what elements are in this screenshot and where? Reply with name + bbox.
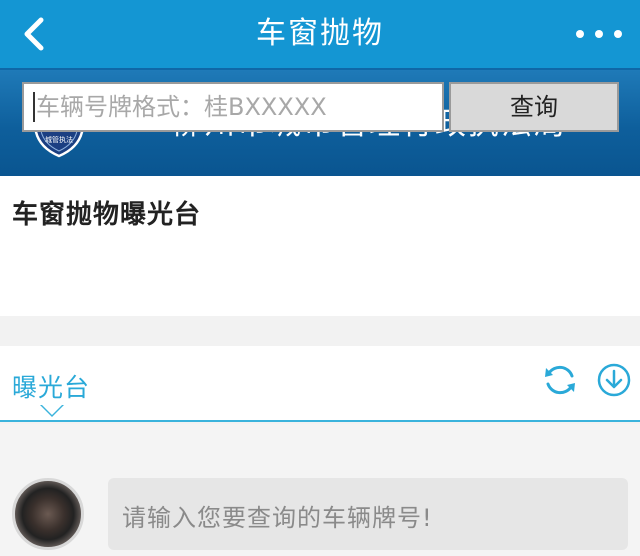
more-dot [614, 30, 622, 38]
top-nav-bar: 车窗抛物 [0, 0, 640, 68]
more-dots-icon [576, 30, 584, 38]
more-dot [595, 30, 603, 38]
tab-indicator-inner [42, 405, 62, 415]
download-icon[interactable] [596, 362, 632, 398]
comment-input[interactable]: 请输入您要查询的车辆牌号! [108, 478, 628, 550]
avatar [12, 478, 84, 550]
badge-text-bottom: 城管执法 [45, 135, 73, 144]
text-caret [33, 92, 35, 122]
more-options-button[interactable] [576, 14, 622, 54]
page-title: 车窗抛物 [256, 16, 384, 51]
search-panel: 车窗抛物曝光台 [0, 176, 640, 316]
plate-number-input[interactable] [22, 82, 444, 132]
refresh-icon[interactable] [542, 362, 578, 398]
comment-placeholder: 请输入您要查询的车辆牌号! [122, 504, 433, 532]
section-title: 车窗抛物曝光台 [12, 200, 202, 230]
query-button[interactable]: 查询 [449, 82, 619, 132]
tab-exposure[interactable]: 曝光台 [12, 368, 90, 404]
